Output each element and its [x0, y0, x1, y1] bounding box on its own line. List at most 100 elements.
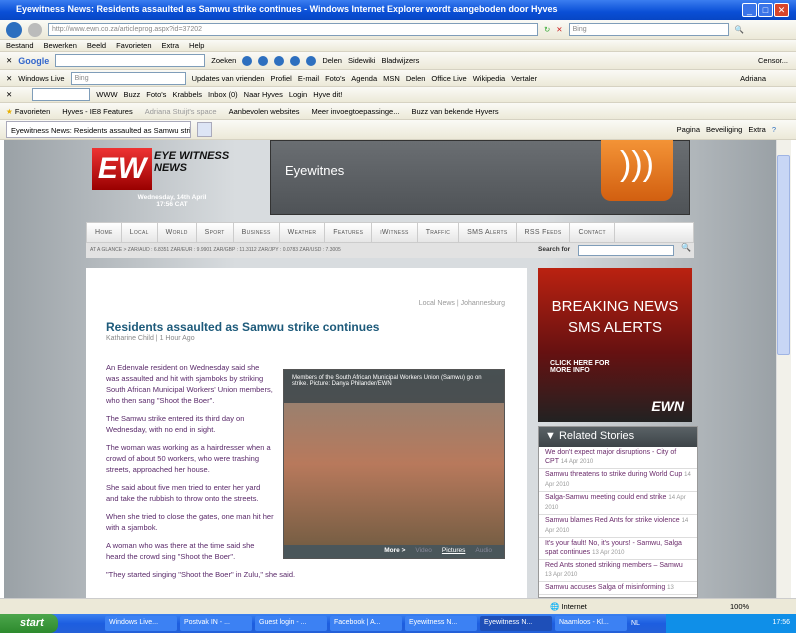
sms-alerts-ad[interactable]: BREAKING NEWS SMS ALERTS CLICK HERE FOR …: [538, 268, 692, 422]
related-item[interactable]: Red Ants stoned striking members – Samwu…: [539, 560, 697, 582]
hyves-link[interactable]: Login: [289, 90, 307, 99]
audio-tab[interactable]: Audio: [475, 547, 492, 556]
menu-extra[interactable]: Extra: [162, 41, 180, 50]
translate-link[interactable]: Vertaler: [511, 74, 537, 83]
hyves-search-input[interactable]: [32, 88, 91, 101]
toolbar-button-icon[interactable]: [274, 55, 285, 66]
live-link[interactable]: Agenda: [351, 74, 377, 83]
help-icon[interactable]: ?: [772, 125, 776, 134]
toolbar-button-icon[interactable]: [258, 55, 269, 66]
search-icon[interactable]: 🔍: [735, 25, 744, 34]
taskbar-item[interactable]: Eyewitness N...: [405, 616, 477, 631]
favorites-button[interactable]: ★ Favorieten: [6, 107, 50, 116]
user-menu[interactable]: Adriana: [740, 74, 766, 83]
hyves-link[interactable]: Krabbels: [172, 90, 202, 99]
sidewiki-button[interactable]: Sidewiki: [348, 56, 376, 65]
hyves-link[interactable]: Hyve dit!: [313, 90, 342, 99]
taskbar-item[interactable]: Naamloos - Kl...: [555, 616, 627, 631]
hyves-link[interactable]: WWW: [96, 90, 117, 99]
google-search-input[interactable]: [55, 54, 206, 67]
menu-bestand[interactable]: Bestand: [6, 41, 34, 50]
live-link[interactable]: E-mail: [298, 74, 319, 83]
language-indicator[interactable]: NL: [631, 620, 640, 627]
favorite-link[interactable]: Aanbevolen websites: [229, 107, 300, 116]
search-icon[interactable]: 🔍: [681, 243, 691, 252]
live-link[interactable]: MSN: [383, 74, 400, 83]
video-tab[interactable]: Video: [415, 547, 432, 556]
nav-business[interactable]: Business: [234, 223, 280, 242]
live-search-input[interactable]: Bing: [70, 71, 186, 85]
toolbar-button-icon[interactable]: [306, 55, 317, 66]
pictures-tab[interactable]: Pictures: [442, 547, 465, 556]
refresh-icon[interactable]: ↻: [544, 25, 550, 34]
tools-menu[interactable]: Extra: [748, 125, 766, 134]
hyves-link[interactable]: Inbox (0): [208, 90, 238, 99]
favorite-link[interactable]: Meer invoegtoepassinge...: [312, 107, 400, 116]
close-toolbar-icon[interactable]: ✕: [6, 74, 12, 83]
close-button[interactable]: ✕: [774, 3, 789, 17]
site-search-input[interactable]: [578, 245, 674, 256]
scrollbar-thumb[interactable]: [777, 155, 790, 355]
nav-sms-alerts[interactable]: SMS Alerts: [459, 223, 517, 242]
related-item[interactable]: Salga-Samwu meeting could end strike 14 …: [539, 492, 697, 515]
close-toolbar-icon[interactable]: ✕: [6, 56, 12, 65]
toolbar-button-icon[interactable]: [242, 55, 253, 66]
google-search-button[interactable]: Zoeken: [211, 56, 236, 65]
nav-features[interactable]: Features: [325, 223, 373, 242]
more-link[interactable]: More >: [384, 547, 405, 556]
favorite-link[interactable]: Hyves - IE8 Features: [62, 107, 132, 116]
new-tab-button[interactable]: [197, 122, 212, 137]
menu-help[interactable]: Help: [189, 41, 204, 50]
related-item[interactable]: Samwu accuses Salga of misinforming 13: [539, 582, 697, 595]
share-button[interactable]: Delen: [322, 56, 342, 65]
menu-favorieten[interactable]: Favorieten: [116, 41, 151, 50]
office-live-link[interactable]: Office Live: [431, 74, 466, 83]
minimize-button[interactable]: _: [742, 3, 757, 17]
related-item[interactable]: We don't expect major disruptions - City…: [539, 447, 697, 469]
bing-search-input[interactable]: Bing: [568, 23, 729, 36]
toolbar-button-icon[interactable]: [290, 55, 301, 66]
favorite-link[interactable]: Buzz van bekende Hyvers: [411, 107, 498, 116]
taskbar-item[interactable]: Windows Live...: [105, 616, 177, 631]
taskbar-item[interactable]: Guest login - ...: [255, 616, 327, 631]
nav-rss-feeds[interactable]: RSS Feeds: [517, 223, 571, 242]
nav-sport[interactable]: Sport: [197, 223, 234, 242]
address-input[interactable]: http://www.ewn.co.za/articleprog.aspx?id…: [48, 23, 538, 36]
article-photo[interactable]: Members of the South African Municipal W…: [283, 369, 505, 559]
nav-contact[interactable]: Contact: [570, 223, 615, 242]
live-link[interactable]: Profiel: [271, 74, 292, 83]
live-link[interactable]: Updates van vrienden: [192, 74, 265, 83]
taskbar-item[interactable]: Postvak IN - ...: [180, 616, 252, 631]
hyves-link[interactable]: Naar Hyves: [244, 90, 283, 99]
hyves-link[interactable]: Foto's: [146, 90, 166, 99]
safety-menu[interactable]: Beveiliging: [706, 125, 742, 134]
hyves-link[interactable]: Buzz: [124, 90, 141, 99]
wikipedia-link[interactable]: Wikipedia: [473, 74, 506, 83]
stop-icon[interactable]: ✕: [556, 25, 562, 34]
related-item[interactable]: It's your fault! No, it's yours! - Samwu…: [539, 538, 697, 560]
menu-beeld[interactable]: Beeld: [87, 41, 106, 50]
page-menu[interactable]: Pagina: [677, 125, 700, 134]
nav-traffic[interactable]: Traffic: [418, 223, 460, 242]
taskbar-item[interactable]: Eyewitness N...: [480, 616, 552, 631]
nav-weather[interactable]: Weather: [280, 223, 326, 242]
nav-local[interactable]: Local: [122, 223, 158, 242]
nav-home[interactable]: Home: [87, 223, 122, 242]
censor-button[interactable]: Censor...: [758, 56, 788, 65]
forward-icon[interactable]: [28, 22, 42, 37]
taskbar-item[interactable]: Facebook | A...: [330, 616, 402, 631]
back-icon[interactable]: [6, 21, 22, 38]
menu-bewerken[interactable]: Bewerken: [44, 41, 77, 50]
live-link[interactable]: Delen: [406, 74, 426, 83]
zoom-level[interactable]: 100%: [730, 602, 749, 611]
favorite-link[interactable]: Adriana Stuijt's space: [145, 107, 217, 116]
live-link[interactable]: Foto's: [325, 74, 345, 83]
maximize-button[interactable]: □: [758, 3, 773, 17]
close-toolbar-icon[interactable]: ✕: [6, 90, 12, 99]
start-button[interactable]: start: [0, 614, 58, 633]
tab-active[interactable]: Eyewitness News: Residents assaulted as …: [6, 121, 191, 138]
nav-world[interactable]: World: [158, 223, 197, 242]
bookmarks-button[interactable]: Bladwijzers: [381, 56, 419, 65]
related-item[interactable]: Samwu blames Red Ants for strike violenc…: [539, 515, 697, 538]
related-item[interactable]: Samwu threatens to strike during World C…: [539, 469, 697, 492]
